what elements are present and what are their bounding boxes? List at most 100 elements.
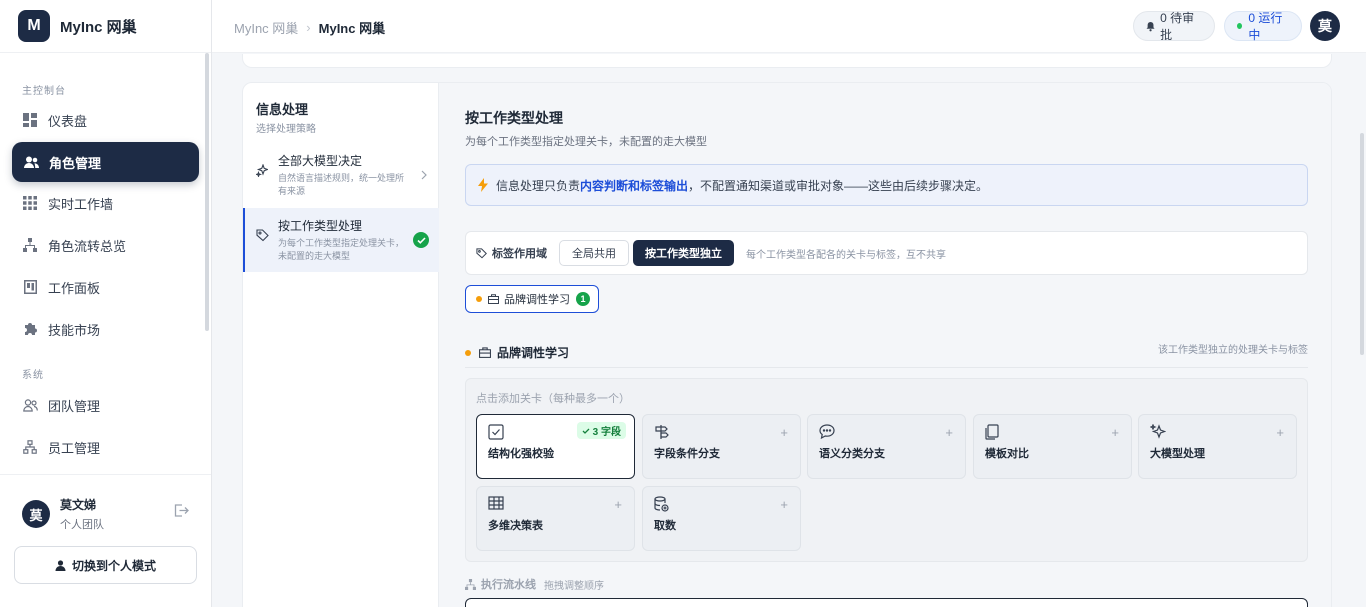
- chevron-right-icon: [421, 168, 427, 183]
- nav-section-system: 系统: [22, 370, 44, 381]
- plus-icon: +: [780, 425, 788, 440]
- pending-approvals-pill[interactable]: 0 待审批: [1133, 11, 1215, 42]
- work-type-chip-label: 品牌调性学习: [504, 294, 570, 306]
- section-hint: 该工作类型独立的处理关卡与标签: [1158, 345, 1308, 356]
- status-dot: [476, 296, 482, 302]
- sidebar-item-label: 技能市场: [48, 322, 101, 338]
- strategy-list: 信息处理 选择处理策略 全部大模型决定 自然语言描述规则，统一处理所有来源 按工…: [243, 83, 439, 607]
- card-label: 取数: [654, 520, 676, 532]
- sidebar: M MyInc 网巢 主控制台 仪表盘 角色管理 实时工作墙 角色流转总览 工作…: [0, 0, 212, 607]
- sidebar-item-role-flow[interactable]: 角色流转总览: [0, 225, 211, 265]
- logout-icon[interactable]: [174, 504, 189, 520]
- fields-badge: 3 字段: [576, 422, 626, 439]
- count-badge: 1: [576, 292, 590, 306]
- card-label: 语义分类分支: [819, 448, 885, 460]
- sidebar-item-label: 仪表盘: [48, 113, 88, 129]
- plus-icon: +: [614, 497, 622, 512]
- card-label: 多维决策表: [488, 520, 543, 532]
- status-dot: [465, 349, 471, 356]
- card-field-condition-branch[interactable]: + 字段条件分支: [642, 414, 801, 479]
- strategy-option-desc: 为每个工作类型指定处理关卡，未配置的走大模型: [278, 238, 405, 261]
- strategy-detail: 按工作类型处理 为每个工作类型指定处理关卡，未配置的走大模型 信息处理只负责 内…: [439, 83, 1331, 607]
- card-llm-processing[interactable]: + 大模型处理: [1138, 414, 1297, 479]
- sidebar-item-label: 实时工作墙: [48, 196, 114, 212]
- sidebar-item-staff-management[interactable]: 员工管理: [0, 427, 211, 467]
- tag-icon: [476, 247, 487, 258]
- sparkles-icon: [254, 163, 270, 180]
- strategy-list-subtitle: 选择处理策略: [256, 124, 316, 135]
- breadcrumb-root[interactable]: MyInc 网巢: [234, 18, 298, 37]
- sidebar-item-live-wall[interactable]: 实时工作墙: [0, 183, 211, 223]
- running-tasks-pill[interactable]: 0 运行中: [1224, 11, 1302, 42]
- strategy-option-by-work-type[interactable]: 按工作类型处理 为每个工作类型指定处理关卡，未配置的走大模型: [243, 208, 439, 272]
- signpost-icon: [654, 424, 670, 443]
- detail-subtitle: 为每个工作类型指定处理关卡，未配置的走大模型: [465, 136, 707, 148]
- strategy-list-title: 信息处理: [256, 102, 309, 117]
- switch-to-personal-button[interactable]: 切换到个人模式: [14, 546, 197, 584]
- pipeline-hint: 拖拽调整顺序: [544, 580, 604, 592]
- sidebar-item-role-management[interactable]: 角色管理: [12, 142, 199, 182]
- sidebar-item-label: 角色流转总览: [48, 238, 127, 254]
- tag-icon: [256, 229, 270, 245]
- team-icon: [22, 397, 38, 413]
- sidebar-item-skill-market[interactable]: 技能市场: [0, 309, 211, 349]
- pending-approvals-label: 0 待审批: [1160, 11, 1195, 42]
- top-header: MyInc 网巢 › MyInc 网巢 0 待审批 0 运行中 莫: [212, 0, 1366, 53]
- sidebar-scrollbar[interactable]: [205, 53, 209, 331]
- work-type-chip[interactable]: 品牌调性学习 1: [465, 285, 599, 313]
- user-name: 莫文娣: [60, 498, 97, 512]
- user-profile[interactable]: 莫 莫文娣 个人团队: [22, 496, 104, 532]
- section-title: 品牌调性学习: [497, 346, 570, 360]
- dashboard-icon: [22, 112, 38, 128]
- sidebar-item-label: 员工管理: [48, 440, 101, 456]
- strategy-option-title: 按工作类型处理: [278, 219, 363, 233]
- sidebar-item-dashboard[interactable]: 仪表盘: [0, 100, 211, 140]
- breadcrumb-current: MyInc 网巢: [318, 21, 386, 36]
- card-semantic-branch[interactable]: + 语义分类分支: [807, 414, 966, 479]
- card-structured-validation[interactable]: 3 字段 结构化强校验: [476, 414, 635, 479]
- users-icon: [23, 154, 39, 170]
- main-scrollbar[interactable]: [1360, 133, 1364, 355]
- header-avatar[interactable]: 莫: [1310, 11, 1340, 41]
- sparkles-icon: [1149, 423, 1167, 443]
- grid-icon: [22, 195, 38, 211]
- work-type-section-header: 品牌调性学习 该工作类型独立的处理关卡与标签: [465, 338, 1308, 368]
- tag-scope-label: 标签作用域: [476, 245, 547, 261]
- card-fetch-data[interactable]: + 取数: [642, 486, 801, 551]
- scope-option-per-type[interactable]: 按工作类型独立: [633, 240, 734, 266]
- lightning-icon: [478, 178, 488, 192]
- strategy-option-llm-all[interactable]: 全部大模型决定 自然语言描述规则，统一处理所有来源: [243, 143, 439, 207]
- scope-option-global[interactable]: 全局共用: [559, 240, 629, 266]
- flow-icon: [465, 578, 476, 590]
- brand-logo: M: [18, 10, 50, 42]
- breadcrumb: MyInc 网巢 › MyInc 网巢: [234, 18, 385, 37]
- nav-section-main: 主控制台: [22, 86, 66, 97]
- plus-icon: +: [945, 425, 953, 440]
- running-status-dot: [1237, 23, 1243, 29]
- info-processing-panel: 信息处理 选择处理策略 全部大模型决定 自然语言描述规则，统一处理所有来源 按工…: [242, 82, 1332, 607]
- sidebar-item-team-management[interactable]: 团队管理: [0, 385, 211, 425]
- pipeline-title: 执行流水线: [481, 579, 536, 591]
- check-icon: [582, 428, 590, 434]
- user-box: 莫 莫文娣 个人团队 切换到个人模式: [0, 474, 211, 607]
- card-decision-table[interactable]: + 多维决策表: [476, 486, 635, 551]
- chevron-right-icon: ›: [306, 20, 311, 35]
- briefcase-icon: [488, 294, 499, 304]
- brand[interactable]: M MyInc 网巢: [0, 0, 211, 53]
- briefcase-icon: [479, 347, 491, 358]
- pipeline-list[interactable]: [465, 598, 1308, 607]
- avatar: 莫: [22, 500, 50, 528]
- info-highlight: 内容判断和标签输出: [580, 178, 689, 193]
- chat-icon: [819, 424, 835, 442]
- plus-icon: +: [780, 497, 788, 512]
- person-icon: [55, 559, 66, 571]
- card-template-compare[interactable]: + 模板对比: [973, 414, 1132, 479]
- info-suffix: ，不配置通知渠道或审批对象——这些由后续步骤决定。: [688, 178, 989, 193]
- sidebar-item-work-board[interactable]: 工作面板: [0, 267, 211, 307]
- card-label: 字段条件分支: [654, 448, 720, 460]
- card-label: 结构化强校验: [488, 448, 554, 460]
- card-label: 模板对比: [985, 448, 1029, 460]
- user-team: 个人团队: [60, 519, 104, 531]
- copy-icon: [985, 424, 999, 443]
- switch-to-personal-label: 切换到个人模式: [71, 558, 156, 573]
